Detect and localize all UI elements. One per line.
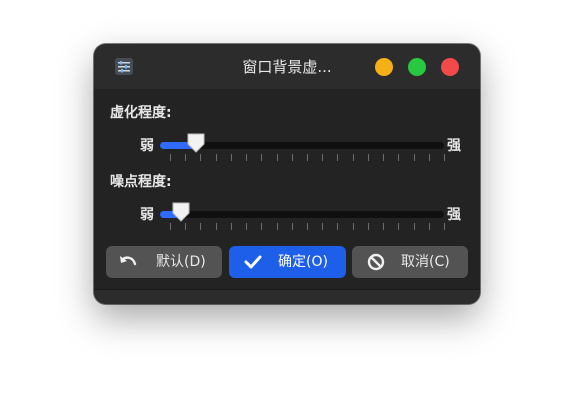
blur-max-label: 强	[447, 138, 461, 154]
blur-slider-ticks	[170, 154, 446, 162]
slider-tick	[337, 154, 338, 161]
slider-tick	[200, 154, 201, 161]
blur-label: 虚化程度:	[110, 105, 172, 121]
slider-tick	[246, 223, 247, 230]
slider-tick	[292, 154, 293, 161]
blur-slider-handle[interactable]	[186, 132, 206, 154]
noise-min-label: 弱	[140, 207, 154, 223]
slider-tick	[398, 154, 399, 161]
slider-tick	[444, 154, 445, 161]
slider-tick	[414, 154, 415, 161]
slider-tick	[383, 154, 384, 161]
check-icon	[243, 252, 263, 272]
noise-max-label: 强	[447, 207, 461, 223]
slider-tick	[398, 223, 399, 230]
default-button[interactable]: 默认(D)	[106, 246, 222, 278]
bottom-bar	[94, 289, 480, 304]
slider-tick	[246, 154, 247, 161]
slider-tick	[216, 223, 217, 230]
slider-tick	[292, 223, 293, 230]
undo-icon	[118, 252, 138, 272]
slider-tick	[185, 223, 186, 230]
cancel-button[interactable]: 取消(C)	[352, 246, 468, 278]
no-entry-icon	[366, 252, 386, 272]
slider-tick	[200, 223, 201, 230]
slider-tick	[307, 223, 308, 230]
slider-tick	[216, 154, 217, 161]
slider-tick	[429, 223, 430, 230]
ok-button-label: 确定(O)	[278, 254, 328, 270]
slider-tick	[444, 223, 445, 230]
slider-tick	[353, 223, 354, 230]
slider-tick	[261, 154, 262, 161]
blur-min-label: 弱	[140, 138, 154, 154]
slider-tick	[185, 154, 186, 161]
slider-tick	[231, 154, 232, 161]
minimize-button[interactable]	[375, 58, 393, 76]
cancel-button-label: 取消(C)	[401, 254, 450, 270]
ok-button[interactable]: 确定(O)	[229, 246, 346, 278]
default-button-label: 默认(D)	[156, 254, 206, 270]
slider-tick	[322, 154, 323, 161]
dialog-window: 窗口背景虚... 虚化程度: 弱 强 噪点程度: 弱 强 默认(D) 确定(O)…	[94, 44, 480, 304]
title-bar[interactable]: 窗口背景虚...	[94, 44, 480, 89]
noise-label: 噪点程度:	[110, 174, 172, 190]
slider-tick	[231, 223, 232, 230]
slider-tick	[414, 223, 415, 230]
slider-tick	[307, 154, 308, 161]
slider-tick	[277, 223, 278, 230]
slider-tick	[368, 223, 369, 230]
slider-tick	[170, 223, 171, 230]
slider-tick	[170, 154, 171, 161]
slider-tick	[277, 154, 278, 161]
noise-slider-ticks	[170, 223, 446, 231]
close-button[interactable]	[441, 58, 459, 76]
slider-tick	[368, 154, 369, 161]
slider-tick	[353, 154, 354, 161]
noise-slider-track[interactable]	[160, 211, 444, 218]
slider-tick	[429, 154, 430, 161]
maximize-button[interactable]	[408, 58, 426, 76]
slider-tick	[383, 223, 384, 230]
slider-tick	[261, 223, 262, 230]
slider-tick	[337, 223, 338, 230]
slider-tick	[322, 223, 323, 230]
noise-slider-handle[interactable]	[171, 201, 191, 223]
